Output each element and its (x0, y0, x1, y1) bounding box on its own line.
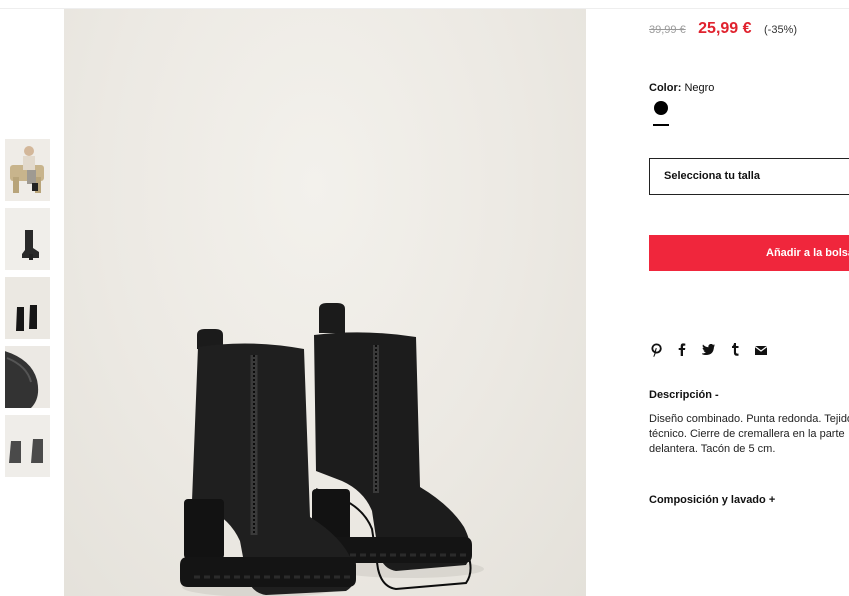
thumbnail-sole[interactable] (5, 346, 50, 408)
composition-title: Composición y lavado (649, 494, 766, 506)
thumbnail-side[interactable] (5, 208, 50, 270)
color-label: Color: (649, 82, 682, 94)
boot-sole-photo-icon (5, 346, 50, 408)
thumbnail-pair[interactable] (5, 277, 50, 339)
twitter-icon[interactable] (701, 343, 715, 359)
description-collapse-toggle: - (715, 389, 719, 401)
sale-price: 25,99 € (698, 20, 752, 37)
color-value: Negro (684, 82, 715, 94)
composition-expand-toggle: + (768, 494, 776, 506)
composition-header[interactable]: Composición y lavado + (649, 494, 775, 506)
description-text: Diseño combinado. Punta redonda. Tejido … (649, 413, 849, 455)
color-swatch-negro[interactable] (654, 101, 668, 115)
price-row: 39,99 € 25,99 € (-35%) (649, 20, 797, 38)
size-select[interactable]: Selecciona tu talla (649, 158, 849, 195)
add-to-bag-button[interactable]: Añadir a la bolsa (649, 235, 849, 271)
tumblr-icon[interactable] (731, 343, 739, 360)
thumbnail-back[interactable] (5, 415, 50, 477)
product-main-image[interactable] (64, 9, 586, 596)
description-title: Descripción (649, 389, 712, 401)
pinterest-icon[interactable] (651, 343, 662, 362)
email-icon[interactable] (754, 343, 768, 359)
selected-swatch-indicator (653, 124, 669, 126)
description-header[interactable]: Descripción - (649, 389, 719, 401)
boot-back-photo-icon (5, 415, 50, 477)
original-price: 39,99 € (649, 24, 686, 36)
thumbnail-list (5, 139, 50, 484)
thumbnail-model[interactable] (5, 139, 50, 201)
boot-side-photo-icon (5, 208, 50, 270)
boots-photo-icon (180, 303, 484, 596)
model-photo-icon (5, 139, 50, 201)
color-label-row: Color: Negro (649, 82, 714, 94)
discount-badge: (-35%) (764, 24, 798, 36)
boot-pair-photo-icon (5, 277, 50, 339)
facebook-icon[interactable] (678, 343, 686, 360)
